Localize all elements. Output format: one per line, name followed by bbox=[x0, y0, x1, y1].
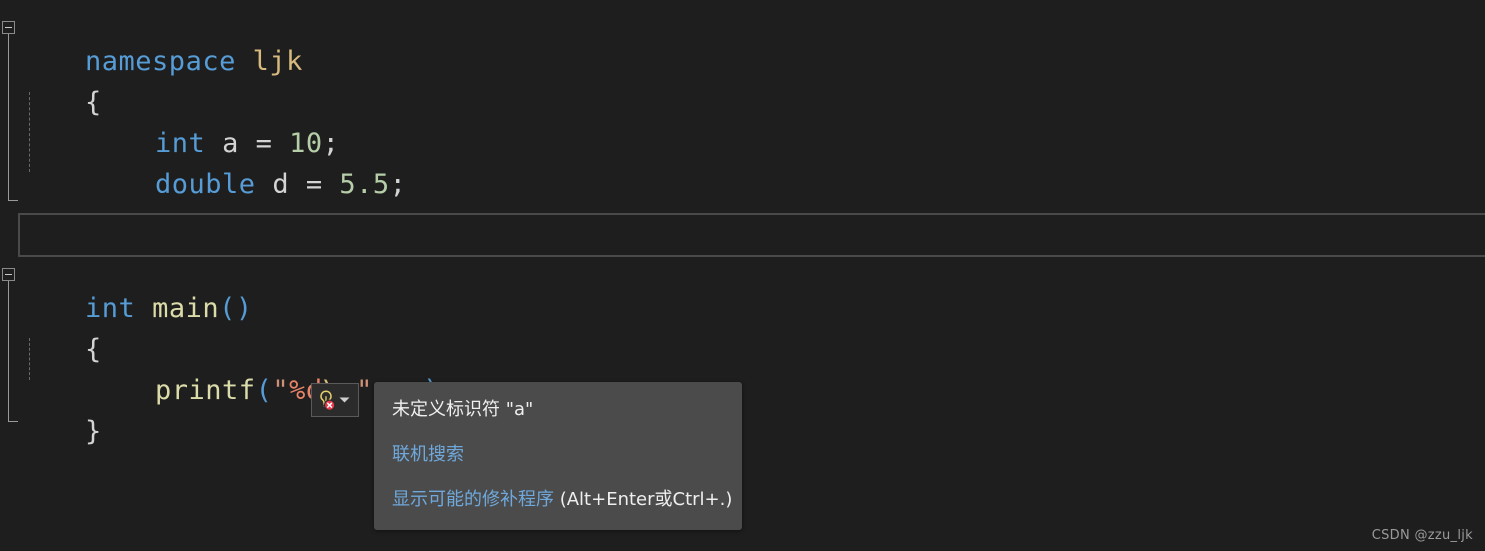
code-line-3[interactable]: int a = 10; bbox=[88, 82, 339, 159]
token-space-1 bbox=[236, 46, 253, 77]
token-keyword-namespace: namespace bbox=[85, 46, 236, 77]
block-structure-foot-namespace bbox=[8, 200, 18, 201]
show-potential-fixes-shortcut: (Alt+Enter或Ctrl+.) bbox=[554, 488, 733, 510]
lightbulb-error-icon bbox=[320, 390, 336, 411]
token-space-3 bbox=[256, 169, 273, 200]
block-structure-line-main bbox=[8, 281, 9, 421]
tooltip-error-message: 未定义标识符 "a" bbox=[392, 399, 534, 420]
code-line-7[interactable]: int main() bbox=[18, 247, 253, 324]
token-brace-close-main: } bbox=[85, 416, 102, 447]
token-space-4 bbox=[135, 293, 152, 324]
show-potential-fixes-link[interactable]: 显示可能的修补程序 bbox=[392, 489, 554, 510]
fold-toggle-main[interactable] bbox=[2, 268, 15, 281]
token-assign-2: = bbox=[289, 169, 340, 200]
code-line-2[interactable]: { bbox=[18, 41, 102, 118]
code-line-1[interactable]: namespace ljk bbox=[18, 0, 303, 77]
code-line-8[interactable]: { bbox=[18, 288, 102, 365]
token-number-55: 5.5 bbox=[339, 169, 390, 200]
tooltip-fix-row[interactable]: 显示可能的修补程序 (Alt+Enter或Ctrl+.) bbox=[374, 486, 742, 514]
token-function-printf: printf bbox=[155, 375, 256, 406]
token-identifier-d-decl: d bbox=[272, 169, 290, 200]
token-paren-close-main: ) bbox=[235, 293, 253, 324]
fold-toggle-namespace[interactable] bbox=[2, 21, 15, 34]
token-paren-open-main: ( bbox=[219, 293, 236, 324]
token-semicolon-2: ; bbox=[389, 169, 407, 200]
token-quote-open: " bbox=[272, 375, 290, 406]
quick-actions-lightbulb-button[interactable] bbox=[311, 383, 359, 417]
code-line-5[interactable]: } bbox=[18, 164, 102, 241]
token-function-main: main bbox=[152, 293, 220, 324]
code-line-9[interactable]: printf("%d\n", a); bbox=[88, 329, 457, 410]
watermark-label: CSDN @zzu_ljk bbox=[1371, 528, 1473, 543]
code-line-4[interactable]: double d = 5.5; bbox=[88, 123, 406, 200]
online-search-link[interactable]: 联机搜索 bbox=[392, 444, 464, 465]
block-structure-foot-main bbox=[8, 421, 18, 422]
chevron-down-icon[interactable] bbox=[339, 396, 350, 404]
block-structure-line-namespace bbox=[8, 34, 9, 200]
token-type-double: double bbox=[155, 169, 256, 200]
code-line-10[interactable]: } bbox=[18, 370, 102, 447]
tooltip-search-row[interactable]: 联机搜索 bbox=[374, 441, 742, 469]
error-tooltip-popup[interactable]: 未定义标识符 "a" 联机搜索 显示可能的修补程序 (Alt+Enter或Ctr… bbox=[374, 382, 742, 530]
token-namespace-name: ljk bbox=[252, 46, 303, 77]
code-editor-surface[interactable]: namespace ljk { int a = 10; double d = 5… bbox=[0, 0, 1485, 551]
token-paren-open-printf: ( bbox=[255, 375, 273, 406]
